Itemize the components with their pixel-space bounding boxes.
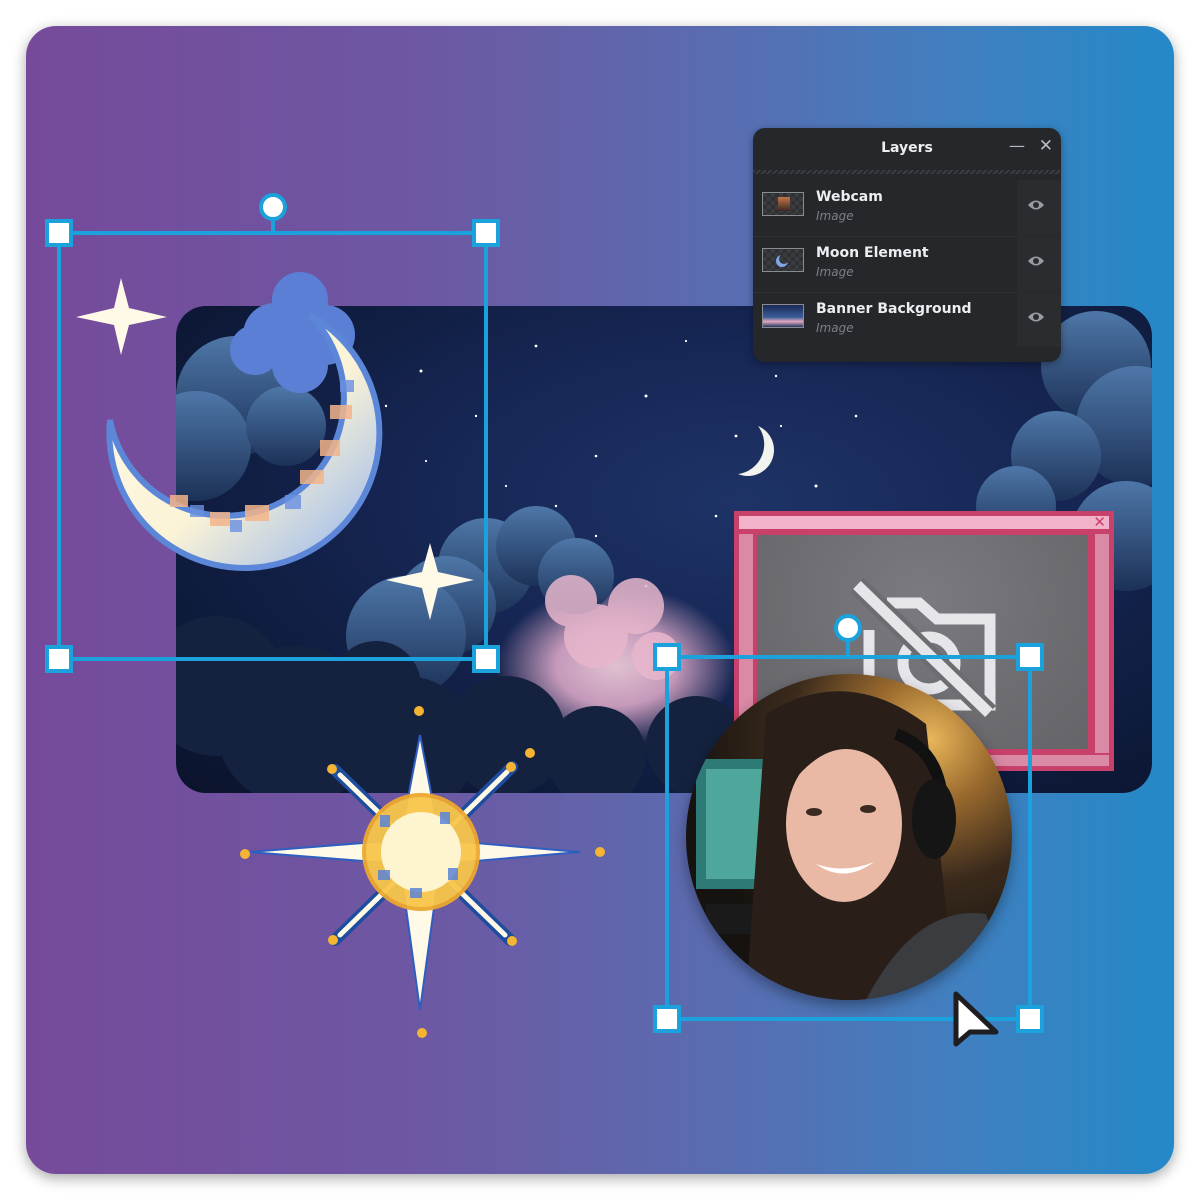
webcam-window-close-icon[interactable]: ✕ — [1093, 513, 1106, 531]
layers-panel-header[interactable]: Layers — ✕ — [753, 128, 1061, 170]
layer-type: Image — [816, 265, 854, 279]
minimize-icon[interactable]: — — [1009, 136, 1025, 155]
rotation-handle[interactable] — [259, 193, 287, 221]
banner-crescent-moon — [738, 426, 774, 476]
resize-handle-bottom-left[interactable] — [653, 1005, 681, 1033]
rotation-handle[interactable] — [834, 614, 862, 642]
layer-name: Webcam — [816, 189, 883, 205]
resize-handle-bottom-right[interactable] — [1016, 1005, 1044, 1033]
layer-thumbnail — [762, 248, 804, 272]
resize-handle-bottom-right[interactable] — [472, 645, 500, 673]
resize-handle-top-right[interactable] — [1016, 643, 1044, 671]
eye-icon[interactable] — [1027, 254, 1045, 268]
selection-edge-left[interactable] — [665, 657, 669, 1019]
webcam-window-frame — [1095, 534, 1109, 753]
close-icon[interactable]: ✕ — [1039, 136, 1053, 156]
layer-row-moon-element[interactable]: Moon Element Image — [753, 236, 1061, 292]
selection-edge-left[interactable] — [57, 233, 61, 659]
eye-icon[interactable] — [1027, 310, 1045, 324]
resize-handle-top-left[interactable] — [653, 643, 681, 671]
layer-type: Image — [816, 321, 854, 335]
layer-row-webcam[interactable]: Webcam Image — [753, 180, 1061, 236]
layer-name: Banner Background — [816, 301, 972, 317]
layer-thumbnail — [762, 192, 804, 216]
layer-name: Moon Element — [816, 245, 929, 261]
layer-row-banner-background[interactable]: Banner Background Image — [753, 292, 1061, 348]
selection-edge-right[interactable] — [1028, 657, 1032, 1019]
selection-edge-right[interactable] — [484, 233, 488, 659]
selection-edge-bottom[interactable] — [59, 657, 487, 661]
resize-handle-top-left[interactable] — [45, 219, 73, 247]
layers-panel-divider — [753, 170, 1061, 174]
resize-handle-top-right[interactable] — [472, 219, 500, 247]
mouse-cursor-icon — [953, 991, 999, 1047]
webcam-feed[interactable] — [686, 674, 1012, 1000]
layers-panel: Layers — ✕ Webcam Image Moon Element Ima… — [753, 128, 1061, 362]
layer-type: Image — [816, 209, 854, 223]
webcam-window-titlebar: ✕ — [739, 513, 1109, 531]
layer-thumbnail — [762, 304, 804, 328]
eye-icon[interactable] — [1027, 198, 1045, 212]
webcam-person-image — [696, 691, 1012, 1000]
resize-handle-bottom-left[interactable] — [45, 645, 73, 673]
